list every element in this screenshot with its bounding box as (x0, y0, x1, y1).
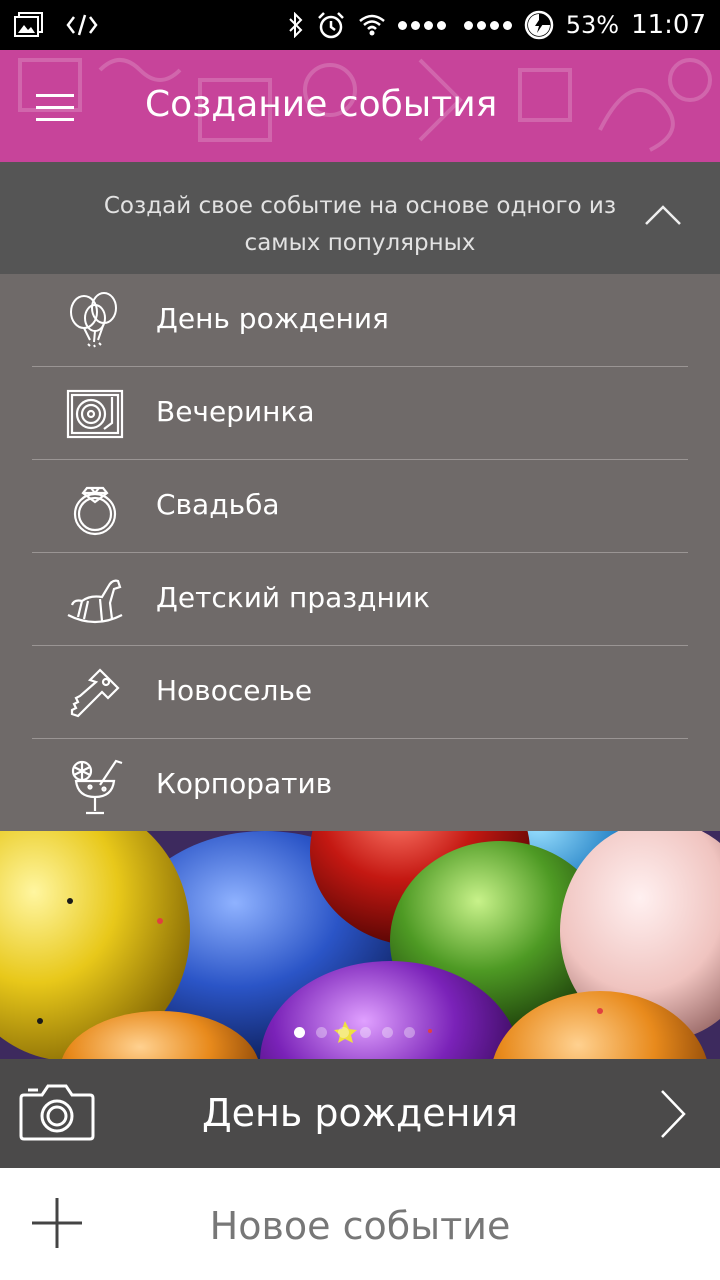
pager-dot[interactable] (404, 1027, 415, 1038)
carousel-pager[interactable] (294, 1027, 415, 1038)
pager-dot[interactable] (294, 1027, 305, 1038)
chevron-right-icon[interactable] (660, 1089, 686, 1139)
alarm-icon (316, 10, 346, 40)
category-item-kids-party[interactable]: Детский праздник (32, 553, 688, 646)
clock: 11:07 (631, 10, 706, 40)
category-item-party[interactable]: Вечеринка (32, 367, 688, 460)
battery-charging-icon (524, 10, 554, 40)
rocking-horse-icon (67, 579, 123, 624)
category-label: Новоселье (156, 674, 313, 707)
new-event-button[interactable]: Новое событие (0, 1168, 720, 1280)
signal-sim2-icon (463, 20, 512, 30)
page-title: Создание события (145, 84, 498, 125)
wifi-icon (358, 13, 386, 37)
menu-button[interactable] (36, 94, 76, 122)
battery-percent: 53% (565, 11, 620, 39)
signal-sim1-icon (397, 20, 446, 30)
category-label: День рождения (156, 302, 389, 335)
key-icon (70, 668, 120, 718)
selected-event-bar[interactable]: День рождения (0, 1059, 720, 1168)
turntable-icon (66, 389, 124, 439)
pager-dot[interactable] (382, 1027, 393, 1038)
bluetooth-icon (288, 12, 304, 38)
balloons-icon (70, 292, 117, 348)
category-label: Корпоратив (156, 767, 333, 800)
status-bar: 53% 11:07 (0, 0, 720, 50)
new-event-label: Новое событие (209, 1204, 511, 1248)
category-list: День рождения Вечеринка Свадьба Детский … (0, 274, 720, 831)
event-banner-carousel[interactable] (0, 831, 720, 1059)
pager-dot[interactable] (360, 1027, 371, 1038)
category-item-wedding[interactable]: Свадьба (32, 460, 688, 553)
category-label: Свадьба (156, 488, 280, 521)
category-label: Детский праздник (156, 581, 430, 614)
cocktail-icon (71, 759, 123, 815)
balloons-photo (0, 831, 720, 1059)
ring-icon (73, 486, 117, 536)
pager-dot[interactable] (338, 1027, 349, 1038)
category-item-birthday[interactable]: День рождения (32, 274, 688, 367)
category-panel-header[interactable]: Создай свое событие на основе одного из … (0, 162, 720, 274)
category-item-corporate[interactable]: Корпоратив (32, 739, 688, 832)
category-panel-hint: Создай свое событие на основе одного из … (103, 193, 617, 256)
gallery-icon (14, 12, 44, 38)
pager-dot[interactable] (316, 1027, 327, 1038)
category-item-housewarming[interactable]: Новоселье (32, 646, 688, 739)
chevron-up-icon[interactable] (644, 204, 682, 226)
code-icon (66, 14, 98, 36)
app-bar: Создание события (0, 50, 720, 162)
selected-event-label: День рождения (201, 1091, 519, 1135)
category-label: Вечеринка (156, 395, 315, 428)
